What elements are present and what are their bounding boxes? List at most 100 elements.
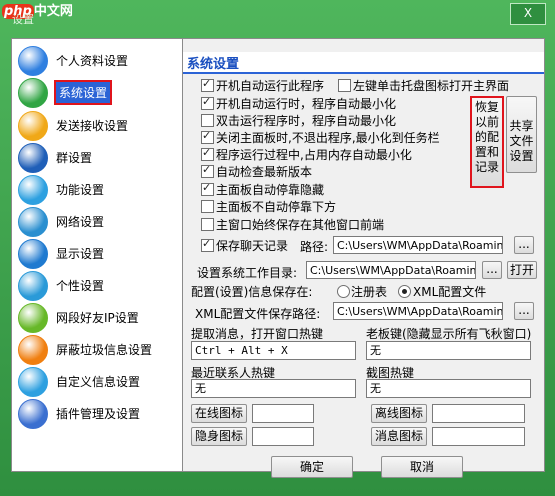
puzzle-icon bbox=[18, 271, 48, 301]
message-icon-button[interactable]: 消息图标 bbox=[371, 427, 427, 446]
sidebar-item-10[interactable]: 自定义信息设置 bbox=[18, 367, 178, 397]
close-to-taskbar-checkbox[interactable] bbox=[201, 129, 214, 144]
section-title: 系统设置 bbox=[183, 52, 544, 74]
autostart-minimize-checkbox[interactable] bbox=[201, 95, 214, 110]
memory-minimize-checkbox[interactable] bbox=[201, 146, 214, 161]
sidebar: 个人资料设置系统设置发送接收设置 群设置功能设置网络设置显示设置个性设置网段好友I… bbox=[11, 38, 183, 472]
xml-path-input[interactable]: C:\Users\WM\AppData\Roaming bbox=[333, 302, 503, 320]
settings-panel: 系统设置 开机自动运行此程序 左键单击托盘图标打开主界面 开机自动运行时，程序自… bbox=[182, 38, 545, 472]
save-chat-label: 保存聊天记录 bbox=[216, 239, 289, 253]
sidebar-item-9[interactable]: 屏蔽垃圾信息设置 bbox=[18, 335, 178, 365]
stealth-icon-button[interactable]: 隐身图标 bbox=[191, 427, 247, 446]
offline-icon-input[interactable] bbox=[432, 404, 525, 423]
ip-icon bbox=[18, 303, 48, 333]
open-workdir-button[interactable]: 打开 bbox=[507, 261, 537, 279]
sidebar-item-label: 发送接收设置 bbox=[56, 119, 129, 133]
stealth-icon-input[interactable] bbox=[252, 427, 314, 446]
sidebar-item-label: 自定义信息设置 bbox=[56, 375, 141, 389]
hotkey-screenshot-input[interactable]: 无 bbox=[366, 379, 531, 398]
online-icon-input[interactable] bbox=[252, 404, 314, 423]
always-on-top-checkbox[interactable] bbox=[201, 218, 214, 231]
settings-window: php 中文网 设置 X 个人资料设置 系统设置 发送接收设置 群设置 功能设置 网络设置显… bbox=[0, 0, 555, 496]
hotkey-boss-input[interactable]: 无 bbox=[366, 341, 531, 360]
info-icon bbox=[18, 367, 48, 397]
share-files-button[interactable]: 共享 文件 设置 bbox=[506, 96, 537, 173]
sidebar-item-2[interactable]: 发送接收设置 bbox=[18, 111, 178, 141]
sidebar-item-8[interactable]: 网段好友IP设置 bbox=[18, 303, 178, 333]
share-files-label: 共享 文件 设置 bbox=[509, 119, 534, 163]
title-bar: php 中文网 设置 X bbox=[0, 0, 555, 30]
sidebar-item-4[interactable]: 功能设置 bbox=[18, 175, 178, 205]
config-storage-label: 配置(设置)信息保存在: bbox=[191, 285, 313, 299]
autostart-label: 开机自动运行此程序 bbox=[216, 79, 325, 93]
envelope-icon bbox=[18, 111, 48, 141]
close-button[interactable]: X bbox=[510, 3, 546, 25]
always-on-top-label: 主窗口始终保存在其他窗口前端 bbox=[216, 218, 385, 232]
autostart-checkbox[interactable] bbox=[201, 77, 214, 92]
sidebar-item-6[interactable]: 显示设置 bbox=[18, 239, 178, 269]
shield-icon bbox=[18, 335, 48, 365]
sidebar-item-label: 个人资料设置 bbox=[56, 54, 129, 68]
registry-radio-label: 注册表 bbox=[351, 285, 388, 299]
hotkey-recent-input[interactable]: 无 bbox=[191, 379, 356, 398]
hotkey-open-label: 提取消息，打开窗口热键 bbox=[191, 327, 324, 341]
function-icon bbox=[18, 175, 48, 205]
online-icon-button[interactable]: 在线图标 bbox=[191, 404, 247, 423]
window-title: 设置 bbox=[12, 13, 34, 26]
sidebar-item-3[interactable]: 群设置 bbox=[18, 143, 178, 173]
hotkey-open-input[interactable]: Ctrl + Alt + X bbox=[191, 341, 356, 360]
sidebar-item-label: 群设置 bbox=[56, 151, 93, 165]
globe-icon bbox=[18, 46, 48, 76]
workdir-input[interactable]: C:\Users\WM\AppData\Roaming bbox=[306, 261, 476, 279]
ok-button[interactable]: 确定 bbox=[271, 456, 353, 478]
group-icon bbox=[18, 143, 48, 173]
offline-icon-button[interactable]: 离线图标 bbox=[371, 404, 427, 423]
network-icon bbox=[18, 207, 48, 237]
sidebar-item-label: 屏蔽垃圾信息设置 bbox=[56, 343, 153, 357]
chat-path-browse-button[interactable]: ... bbox=[514, 236, 534, 254]
xml-radio-label: XML配置文件 bbox=[413, 285, 487, 299]
highlight-box bbox=[470, 96, 504, 188]
sidebar-item-7[interactable]: 个性设置 bbox=[18, 271, 178, 301]
xml-path-browse-button[interactable]: ... bbox=[514, 302, 534, 320]
tray-click-checkbox[interactable] bbox=[338, 79, 351, 92]
workdir-label: 设置系统工作目录: bbox=[197, 266, 298, 280]
sidebar-item-0[interactable]: 个人资料设置 bbox=[18, 46, 178, 76]
check-update-label: 自动检查最新版本 bbox=[216, 165, 313, 179]
logo-text: 中文网 bbox=[33, 4, 73, 19]
sidebar-item-label: 网络设置 bbox=[56, 215, 105, 229]
path-label: 路径: bbox=[300, 240, 329, 254]
sidebar-item-5[interactable]: 网络设置 bbox=[18, 207, 178, 237]
gear-icon bbox=[18, 78, 48, 108]
auto-dock-label: 主面板自动停靠隐藏 bbox=[216, 183, 325, 197]
memory-minimize-label: 程序运行过程中,占用内存自动最小化 bbox=[216, 148, 412, 162]
no-dock-bottom-label: 主面板不自动停靠下方 bbox=[216, 200, 337, 214]
sidebar-item-1[interactable]: 系统设置 bbox=[18, 78, 178, 108]
hotkey-boss-label: 老板键(隐藏显示所有飞秋窗口) bbox=[366, 327, 532, 341]
check-update-checkbox[interactable] bbox=[201, 163, 214, 178]
sidebar-item-label: 插件管理及设置 bbox=[56, 407, 141, 421]
monitor-icon bbox=[18, 239, 48, 269]
sidebar-item-label: 网段好友IP设置 bbox=[56, 311, 139, 325]
message-icon-input[interactable] bbox=[432, 427, 525, 446]
save-chat-checkbox[interactable] bbox=[201, 237, 214, 252]
sidebar-item-label: 显示设置 bbox=[56, 247, 105, 261]
cancel-button[interactable]: 取消 bbox=[381, 456, 463, 478]
registry-radio[interactable] bbox=[337, 285, 350, 298]
chat-path-input[interactable]: C:\Users\WM\AppData\Roaming bbox=[333, 236, 503, 254]
section-title-label: 系统设置 bbox=[187, 57, 240, 72]
xml-path-label: XML配置文件保存路径: bbox=[195, 307, 321, 321]
plugin-icon bbox=[18, 399, 48, 429]
dblclick-minimize-checkbox[interactable] bbox=[201, 114, 214, 127]
sidebar-item-label: 系统设置 bbox=[54, 80, 113, 105]
tray-click-label: 左键单击托盘图标打开主界面 bbox=[353, 79, 510, 93]
autostart-minimize-label: 开机自动运行时，程序自动最小化 bbox=[216, 97, 397, 111]
auto-dock-checkbox[interactable] bbox=[201, 181, 214, 196]
workdir-browse-button[interactable]: ... bbox=[482, 261, 502, 279]
close-to-taskbar-label: 关闭主面板时,不退出程序,最小化到任务栏 bbox=[216, 131, 440, 145]
no-dock-bottom-checkbox[interactable] bbox=[201, 200, 214, 213]
xml-radio[interactable] bbox=[398, 285, 411, 298]
dblclick-minimize-label: 双击运行程序时，程序自动最小化 bbox=[216, 114, 397, 128]
sidebar-item-11[interactable]: 插件管理及设置 bbox=[18, 399, 178, 429]
sidebar-item-label: 个性设置 bbox=[56, 279, 105, 293]
